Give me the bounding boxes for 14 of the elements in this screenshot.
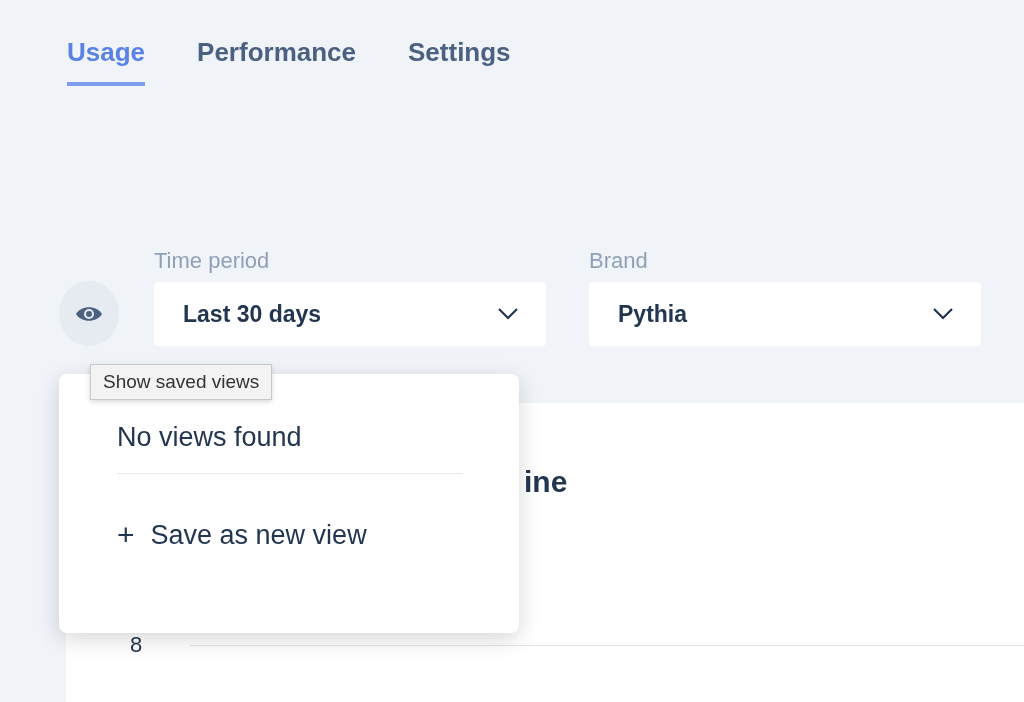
chart-title: ine <box>524 465 568 499</box>
tooltip: Show saved views <box>90 364 273 400</box>
chevron-down-icon <box>933 308 953 320</box>
empty-message: No views found <box>117 422 302 453</box>
dropdown[interactable]: Last 30 days <box>154 282 546 346</box>
tab[interactable]: Settings <box>408 33 511 86</box>
axis-tick-label: 8 <box>130 632 144 658</box>
tab[interactable]: Performance <box>197 33 356 86</box>
plus-icon: + <box>117 518 135 552</box>
filter-label: Brand <box>589 248 649 275</box>
chevron-down-icon <box>498 308 518 320</box>
filter-label: Time period <box>154 248 271 275</box>
dropdown[interactable]: Pythia <box>589 282 981 346</box>
save-view-button[interactable]: + Save as new view <box>117 518 367 552</box>
